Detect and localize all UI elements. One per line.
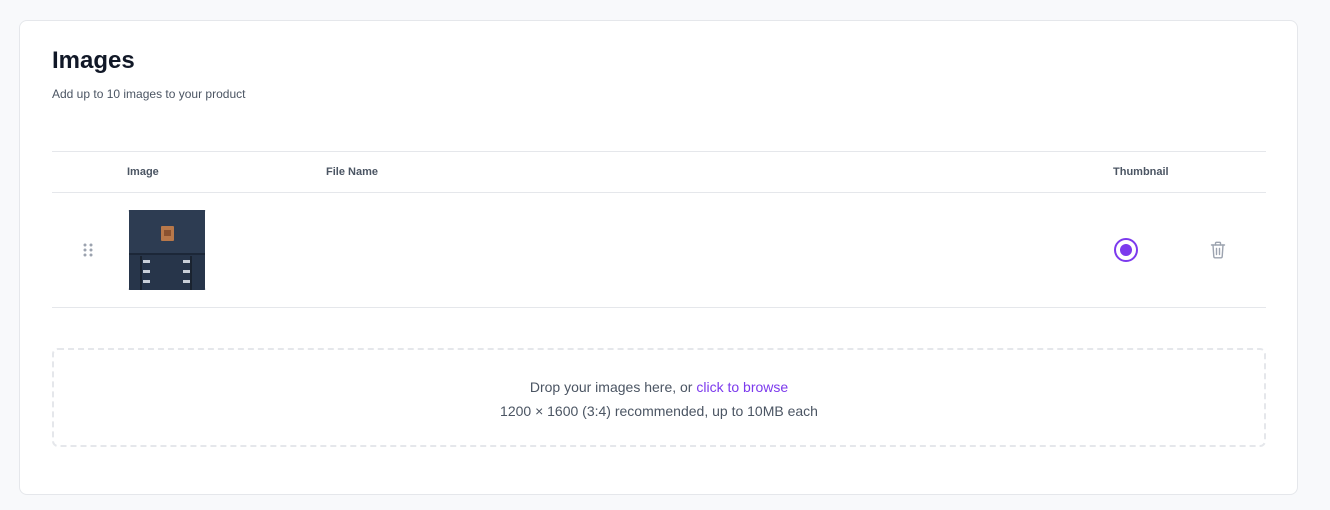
- dropzone-prefix: Drop your images here, or: [529, 379, 697, 395]
- column-header-file-name: File Name: [326, 166, 378, 178]
- dropzone-hint: 1200 × 1600 (3:4) recommended, up to 10M…: [500, 403, 818, 419]
- images-table: Image File Name Thumbnail: [52, 151, 1266, 308]
- product-image-backpack: [128, 210, 206, 290]
- trash-icon[interactable]: [1210, 241, 1226, 259]
- column-header-thumbnail: Thumbnail: [1113, 166, 1169, 178]
- column-header-image: Image: [127, 166, 159, 178]
- image-dropzone[interactable]: Drop your images here, or click to brows…: [52, 348, 1266, 447]
- section-title: Images: [52, 47, 135, 74]
- dropzone-instructions: Drop your images here, or click to brows…: [54, 378, 1264, 396]
- images-card: Images Add up to 10 images to your produ…: [19, 20, 1298, 495]
- browse-link[interactable]: click to browse: [696, 379, 788, 395]
- section-subtitle: Add up to 10 images to your product: [52, 87, 246, 101]
- radio-selected-icon: [1120, 244, 1132, 256]
- thumbnail-radio[interactable]: [1114, 238, 1138, 262]
- drag-handle-icon[interactable]: [83, 243, 93, 257]
- table-row: [52, 193, 1266, 308]
- table-header: Image File Name Thumbnail: [52, 152, 1266, 193]
